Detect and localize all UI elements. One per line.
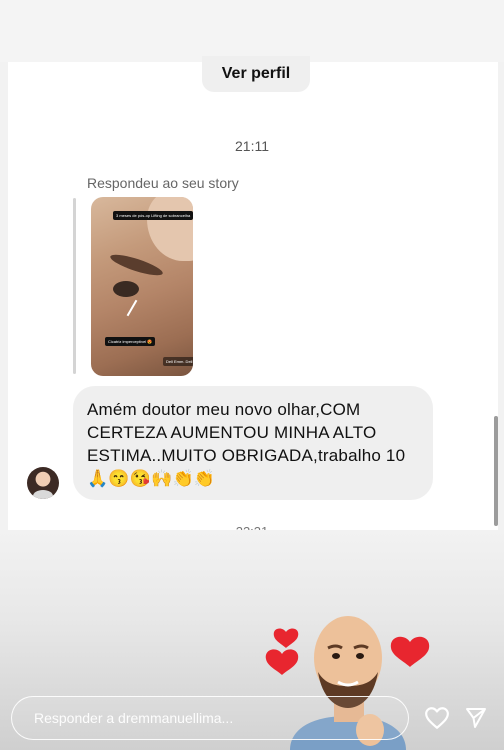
story-caption-bottom: Cicatriz imperceptível 😍	[105, 337, 156, 346]
heart-outline-icon	[425, 707, 449, 729]
sender-avatar[interactable]	[27, 467, 59, 499]
story-arrow-shape	[126, 299, 138, 317]
message-emojis: 🙏😙😘🙌👏👏	[87, 469, 216, 488]
story-caption-corner: Dell Emm. Dell Thuel	[163, 357, 193, 366]
story-reply-label: Respondeu ao seu story	[87, 175, 239, 191]
story-caption-top: 3 meses de pós-op Lifting de sobrancelha	[113, 211, 193, 220]
message-bubble[interactable]: Amém doutor meu novo olhar,COM CERTEZA A…	[73, 386, 433, 500]
paper-plane-icon	[466, 708, 486, 728]
message-composer[interactable]	[11, 696, 409, 740]
story-hand-shape	[147, 197, 193, 261]
timestamp: 21:11	[235, 138, 269, 154]
view-profile-button[interactable]: Ver perfil	[202, 56, 310, 92]
message-body: Amém doutor meu novo olhar,COM CERTEZA A…	[87, 400, 406, 465]
story-eye-shape	[113, 281, 139, 297]
scrollbar[interactable]	[494, 416, 498, 526]
top-strip	[0, 0, 504, 62]
story-brow-shape	[108, 250, 165, 280]
send-button[interactable]	[462, 704, 490, 732]
reply-input[interactable]	[32, 709, 388, 727]
message-text: Amém doutor meu novo olhar,COM CERTEZA A…	[87, 398, 419, 490]
timestamp-partial: 22:21	[0, 524, 504, 530]
reply-indicator-bar	[73, 198, 76, 374]
like-button[interactable]	[423, 704, 451, 732]
story-thumbnail[interactable]: 3 meses de pós-op Lifting de sobrancelha…	[91, 197, 193, 376]
